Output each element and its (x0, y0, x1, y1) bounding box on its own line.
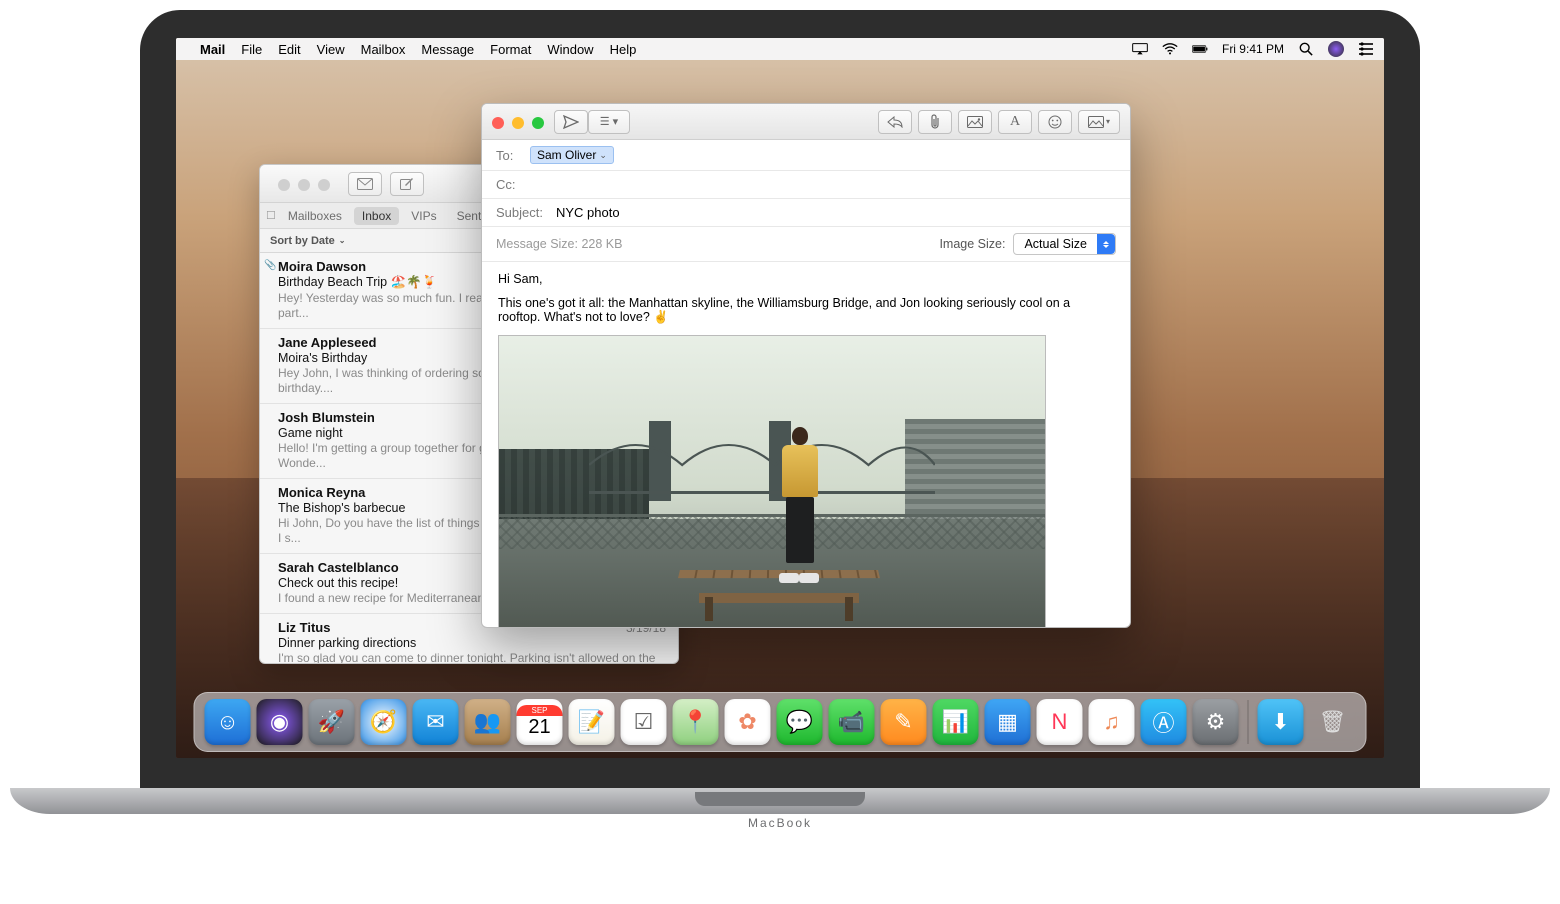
wifi-icon[interactable] (1162, 42, 1178, 56)
dock-launchpad[interactable]: 🚀 (309, 699, 355, 745)
chevron-down-icon: ⌄ (339, 236, 346, 245)
message-size-value: 228 KB (581, 237, 622, 251)
dock: ☺◉🚀🧭✉👥SEP21📝☑📍✿💬📹✎📊▦N♫Ⓐ⚙ ⬇🗑 (194, 692, 1367, 752)
battery-icon[interactable] (1192, 42, 1208, 56)
subject-label: Subject: (496, 205, 556, 220)
recipient-token[interactable]: Sam Oliver⌄ (530, 146, 614, 164)
message-from: Monica Reyna (278, 485, 365, 500)
body-greeting: Hi Sam, (498, 272, 1114, 286)
message-size-row: Message Size: 228 KB Image Size: Actual … (482, 227, 1130, 262)
compose-button[interactable] (390, 172, 424, 196)
attached-photo[interactable] (498, 335, 1046, 627)
menu-message[interactable]: Message (421, 42, 474, 57)
menu-mailbox[interactable]: Mailbox (361, 42, 406, 57)
chevron-down-icon: ⌄ (599, 150, 607, 161)
menu-view[interactable]: View (317, 42, 345, 57)
dock-appstore[interactable]: Ⓐ (1141, 699, 1187, 745)
dock-trash[interactable]: 🗑 (1310, 699, 1356, 745)
subject-value: NYC photo (556, 205, 620, 220)
dock-calendar[interactable]: SEP21 (517, 699, 563, 745)
message-from: Josh Blumstein (278, 410, 375, 425)
dock-maps[interactable]: 📍 (673, 699, 719, 745)
reply-button[interactable] (878, 110, 912, 134)
message-size-label: Message Size: (496, 237, 578, 251)
message-subject: Dinner parking directions (278, 636, 666, 650)
dock-siri[interactable]: ◉ (257, 699, 303, 745)
fav-mailboxes[interactable]: Mailboxes (280, 207, 350, 225)
dock-pages[interactable]: ✎ (881, 699, 927, 745)
menu-edit[interactable]: Edit (278, 42, 300, 57)
message-body[interactable]: Hi Sam, This one's got it all: the Manha… (482, 262, 1130, 627)
menu-window[interactable]: Window (547, 42, 593, 57)
menu-format[interactable]: Format (490, 42, 531, 57)
message-from: Liz Titus (278, 620, 330, 635)
zoom-button[interactable] (532, 117, 544, 129)
spotlight-icon[interactable] (1298, 42, 1314, 56)
dock-reminders[interactable]: ☑ (621, 699, 667, 745)
image-size-label: Image Size: (939, 237, 1005, 251)
menu-file[interactable]: File (241, 42, 262, 57)
fav-vips[interactable]: VIPs (403, 207, 444, 225)
send-button[interactable] (554, 110, 588, 134)
to-label: To: (496, 148, 530, 163)
menubar-clock[interactable]: Fri 9:41 PM (1222, 42, 1284, 56)
dock-messages[interactable]: 💬 (777, 699, 823, 745)
traffic-lights (482, 109, 554, 135)
dock-contacts[interactable]: 👥 (465, 699, 511, 745)
image-size-select[interactable]: Actual Size (1013, 233, 1116, 255)
sort-label: Sort by Date (270, 235, 335, 247)
cc-label: Cc: (496, 177, 530, 192)
attachment-icon: 📎 (264, 260, 276, 271)
message-from: Jane Appleseed (278, 335, 377, 350)
emoji-button[interactable] (1038, 110, 1072, 134)
dock-keynote[interactable]: ▦ (985, 699, 1031, 745)
airplay-icon[interactable] (1132, 42, 1148, 56)
get-mail-button[interactable] (348, 172, 382, 196)
format-button[interactable]: A (998, 110, 1032, 134)
to-field-row[interactable]: To: Sam Oliver⌄ (482, 140, 1130, 171)
compose-toolbar: ☰ ▾ A ▾ (482, 104, 1130, 140)
body-text: This one's got it all: the Manhattan sky… (498, 296, 1114, 325)
dock-separator (1248, 700, 1249, 744)
device-brand: MacBook (748, 816, 812, 830)
dock-news[interactable]: N (1037, 699, 1083, 745)
photo-browser-button[interactable]: ▾ (1078, 110, 1120, 134)
message-from: Sarah Castelblanco (278, 560, 399, 575)
dock-numbers[interactable]: 📊 (933, 699, 979, 745)
header-fields-button[interactable]: ☰ ▾ (588, 110, 630, 134)
compose-window: ☰ ▾ A ▾ To: Sam Oliver⌄ Cc: Subject: NYC… (481, 103, 1131, 628)
dock-mail[interactable]: ✉ (413, 699, 459, 745)
app-menu[interactable]: Mail (200, 42, 225, 57)
menubar: Mail File Edit View Mailbox Message Form… (176, 38, 1384, 60)
fav-inbox[interactable]: Inbox (354, 207, 399, 225)
attach-button[interactable] (918, 110, 952, 134)
dock-notes[interactable]: 📝 (569, 699, 615, 745)
minimize-button[interactable] (512, 117, 524, 129)
traffic-lights-inactive[interactable] (268, 171, 340, 197)
subject-field-row[interactable]: Subject: NYC photo (482, 199, 1130, 227)
message-from: Moira Dawson (278, 259, 366, 274)
cc-field-row[interactable]: Cc: (482, 171, 1130, 199)
stepper-icon (1097, 234, 1115, 254)
dock-finder[interactable]: ☺ (205, 699, 251, 745)
dock-photos[interactable]: ✿ (725, 699, 771, 745)
dock-itunes[interactable]: ♫ (1089, 699, 1135, 745)
markup-button[interactable] (958, 110, 992, 134)
dock-safari[interactable]: 🧭 (361, 699, 407, 745)
notification-center-icon[interactable] (1358, 42, 1374, 56)
dock-preferences[interactable]: ⚙ (1193, 699, 1239, 745)
siri-icon[interactable] (1328, 41, 1344, 57)
image-size-value: Actual Size (1014, 237, 1097, 251)
menu-help[interactable]: Help (610, 42, 637, 57)
dock-downloads[interactable]: ⬇ (1258, 699, 1304, 745)
dock-facetime[interactable]: 📹 (829, 699, 875, 745)
message-preview: I'm so glad you can come to dinner tonig… (278, 651, 666, 663)
close-button[interactable] (492, 117, 504, 129)
